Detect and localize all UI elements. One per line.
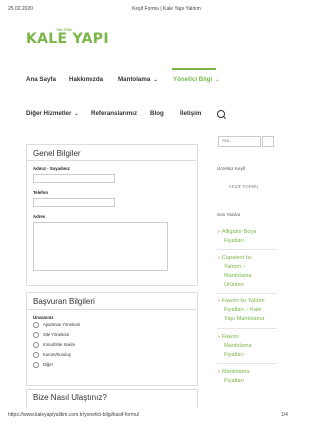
nav-referanslarimiz[interactable]: Referanslarımız [91,110,137,117]
radio-button[interactable] [33,352,39,358]
name-field[interactable] [33,174,115,183]
post-divider [217,328,277,329]
radio-button[interactable] [33,322,39,328]
chevron-down-icon: ⌄ [153,77,158,83]
survey-form-link[interactable]: KEŞİF FORMU [229,184,258,189]
recent-post-link[interactable]: › Mantolama Fiyatları [218,368,288,386]
address-textarea[interactable] [33,222,168,271]
nav-blog[interactable]: Blog [150,110,164,117]
logo-tagline: YALITIM [56,27,72,32]
nav-iletisim[interactable]: İletişim [180,110,201,117]
name-label: Adınız - Soyadınız [33,166,70,171]
chevron-right-icon: › [218,229,220,235]
recent-post-link[interactable]: › Fawori Mantolama Fiyatları [218,333,288,360]
radio-button[interactable] [33,362,39,368]
chevron-right-icon: › [218,369,220,375]
post-divider [217,249,277,250]
nav-diger-hizmetler[interactable]: Diğer Hizmetler ⌄ [26,110,79,117]
print-page-title: Keşif Formu | Kale Yapı Yalıtım [132,6,201,12]
logo-brand: KALE YAPI [26,31,109,47]
sidebar-search-button[interactable] [262,136,274,147]
chevron-down-icon: ⌄ [74,111,79,117]
nav-yonetici-bilgi[interactable]: Yönetici Bilgi ⌄ [173,76,219,83]
phone-field[interactable] [33,198,115,207]
recent-post-link[interactable]: › Fawori Isı Yalıtım Fiyatları – Kale Yap… [218,297,296,324]
post-divider [217,293,277,294]
free-survey-heading: Ücretsiz Keşif [217,166,246,171]
print-url: https://www.kaleyapiyalitim.com.tr/yonet… [8,412,140,418]
radio-option-diger[interactable]: Diğer [33,362,53,368]
nav-mantolama[interactable]: Mantolama ⌄ [118,76,158,83]
radio-option-konut[interactable]: Konut/Site Sakini [33,342,75,348]
applicant-panel [26,292,198,386]
print-date: 25.02.2020 [8,6,34,12]
radio-option-apartman[interactable]: Apartman Yöneticisi [33,322,80,328]
chevron-right-icon: › [218,334,220,340]
print-page-number: 1/4 [281,412,288,418]
nav-ana-sayfa[interactable]: Ana Sayfa [26,76,56,83]
chevron-down-icon: ⌄ [215,77,220,83]
address-label: Adres [33,214,46,219]
sidebar-search-input[interactable]: Ara... [218,136,261,147]
radio-button[interactable] [33,342,39,348]
search-icon[interactable] [217,110,225,118]
site-logo[interactable]: YALITIM KALE YAPI [26,27,109,48]
radio-option-site[interactable]: Site Yöneticisi [33,332,69,338]
chevron-right-icon: › [218,255,220,261]
phone-label: Telefon [33,190,48,195]
recent-post-link[interactable]: › Capatect Isı Yalıtım – Mantolama Ürünle… [218,254,288,290]
referral-title: Bize Nasıl Ulaştınız? [33,393,107,402]
recent-posts-heading: Son Yazılar [217,212,241,217]
radio-option-kurum[interactable]: Kurum/Kuruluş [33,352,71,358]
section-divider [26,160,196,161]
radio-button[interactable] [33,332,39,338]
general-info-title: Genel Bilgiler [33,149,81,158]
nav-hakkimizda[interactable]: Hakkımızda [69,76,103,83]
nav-active-indicator [172,68,216,70]
applicant-label: Ünvanınız [33,315,54,320]
section-divider [26,309,196,310]
applicant-title: Başvuran Bilgileri [33,297,95,306]
chevron-right-icon: › [218,298,220,304]
recent-post-link[interactable]: › Alligator Boya Fiyatları [218,228,288,246]
post-divider [217,363,277,364]
